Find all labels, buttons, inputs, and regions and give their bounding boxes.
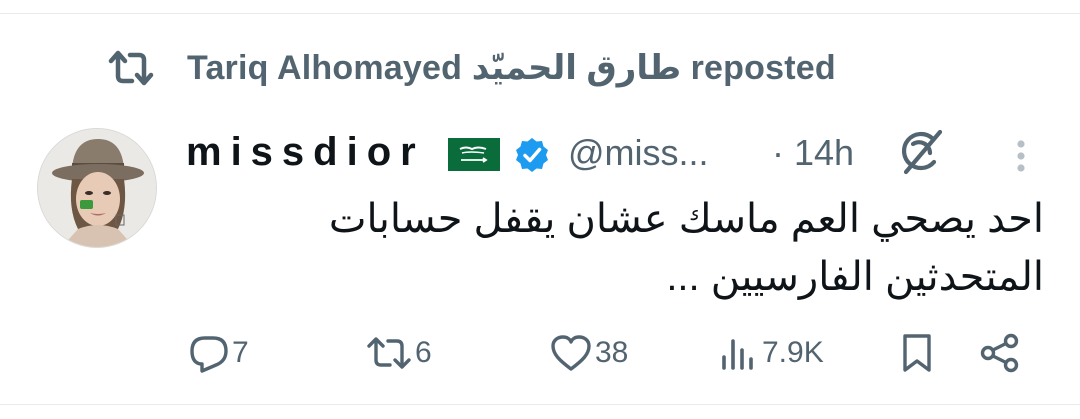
repost-button[interactable]: 6 xyxy=(365,328,432,378)
share-icon xyxy=(978,332,1022,374)
tweet-time[interactable]: · 14h xyxy=(772,132,854,174)
grok-icon[interactable] xyxy=(896,128,946,178)
repost-icon xyxy=(107,48,155,88)
action-bar: 7 6 38 7.9K xyxy=(0,328,1080,378)
avatar[interactable] xyxy=(37,128,157,248)
more-dots-icon[interactable] xyxy=(1006,136,1036,176)
verified-badge-icon[interactable] xyxy=(513,136,551,174)
like-button[interactable]: 38 xyxy=(549,328,628,378)
heart-icon xyxy=(549,333,593,373)
display-name[interactable]: missdior xyxy=(186,130,425,175)
views-count: 7.9K xyxy=(762,336,824,369)
like-count: 38 xyxy=(595,336,629,369)
reply-icon xyxy=(188,333,230,373)
reply-button[interactable]: 7 xyxy=(188,328,249,378)
saudi-flag-icon xyxy=(448,138,500,171)
user-handle[interactable]: @miss... xyxy=(568,132,709,174)
views-icon xyxy=(718,333,760,373)
repost-count: 6 xyxy=(415,336,432,369)
top-divider xyxy=(0,13,1080,14)
bookmark-icon xyxy=(898,332,936,374)
tweet-header: missdior @miss... · 14h xyxy=(186,128,1066,178)
repost-text[interactable]: Tariq Alhomayed طارق الحميّد reposted xyxy=(187,48,836,88)
bottom-divider xyxy=(0,404,1080,405)
share-button[interactable] xyxy=(978,328,1022,378)
bookmark-button[interactable] xyxy=(898,328,936,378)
reply-count: 7 xyxy=(232,336,249,369)
views-button[interactable]: 7.9K xyxy=(718,328,824,378)
repost-action-icon xyxy=(365,333,413,373)
repost-context[interactable]: Tariq Alhomayed طارق الحميّد reposted xyxy=(107,46,836,90)
tweet-text: احد يصحي العم ماسك عشان يقفل حسابات المت… xyxy=(328,197,1044,299)
